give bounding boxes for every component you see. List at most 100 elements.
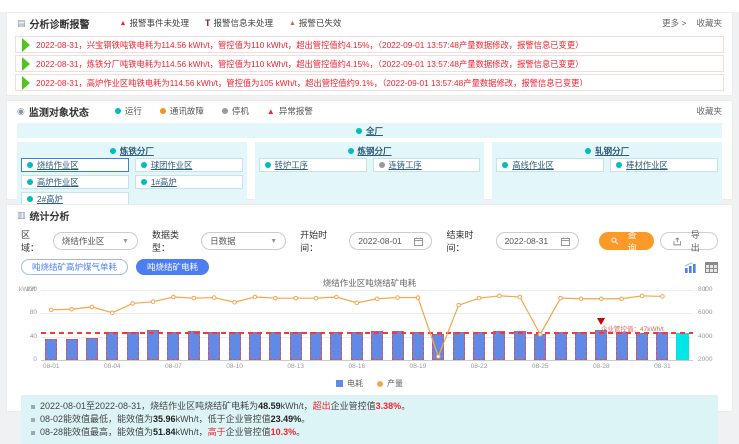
legend-comm_fault: 通讯故障 <box>160 105 204 117</box>
tree-group-label: 炼钢分厂 <box>358 145 392 157</box>
tree-group-label: 轧钢分厂 <box>595 145 629 157</box>
summary-line: 08-02能效值最低，能效值为35.96kWh/t，低于企业管控值23.49%。 <box>31 413 708 426</box>
tree-node[interactable]: 高炉作业区 <box>21 175 129 189</box>
table-view-icon[interactable] <box>705 262 718 273</box>
tree-node[interactable]: 1#高炉 <box>135 175 243 189</box>
metric-tab-0[interactable]: 吨烧结矿高炉煤气单耗 <box>21 259 128 275</box>
metric-tab-1[interactable]: 吨烧结矿电耗 <box>136 259 209 275</box>
tree-node[interactable]: 球团作业区 <box>135 158 243 172</box>
alarm-tab-2[interactable]: ▲报警已失效 <box>289 17 341 29</box>
alert-list: 2022-08-31，兴宝钢铁吨铁电耗为114.56 kWh/t，管控值为110… <box>7 33 732 92</box>
x-axis-tick: 08-07 <box>158 363 188 370</box>
datatype-select[interactable]: 日数据▼ <box>201 232 286 250</box>
tree-group-header[interactable]: 炼铁分厂 <box>21 144 243 158</box>
tree-group-items: 高线作业区 棒材作业区 <box>496 158 718 172</box>
summary-segment: 35.96 <box>153 413 176 426</box>
query-button[interactable]: 查 询 <box>599 232 654 250</box>
legend-running: 运行 <box>115 105 142 117</box>
alarm-tabs: ▲报警事件未处理T报警信息未处理▲报警已失效 <box>120 17 342 29</box>
end-date-input[interactable]: 2022-08-31 <box>496 232 579 250</box>
x-axis-tick: 08-31 <box>647 363 677 370</box>
metric-tabs: 吨烧结矿高炉煤气单耗吨烧结矿电耗 <box>21 259 209 275</box>
summary-segment: 08-28能效值最高，能效值为 <box>40 426 153 439</box>
alarm-tab-label: 报警信息未处理 <box>213 17 273 29</box>
end-date-label: 结束时间： <box>446 228 489 254</box>
legend-label: 通讯故障 <box>170 105 204 117</box>
tree-group-2: 轧钢分厂高线作业区 棒材作业区 <box>492 142 722 210</box>
alarm-triangle-icon: ▲ <box>267 107 275 116</box>
left-axis-tick: 40 <box>15 333 37 340</box>
summary-segment: 。 <box>401 400 410 413</box>
tree-group-1: 炼钢分厂转炉工序 连铸工序 <box>255 142 485 210</box>
summary-segment: 48.59 <box>258 400 281 413</box>
alert-row[interactable]: 2022-08-31，兴宝钢铁吨铁电耗为114.56 kWh/t，管控值为110… <box>15 36 724 53</box>
favorite-link-2[interactable]: 收藏夹 <box>696 105 722 117</box>
tree-node[interactable]: 转炉工序 <box>259 158 367 172</box>
tree-group-header[interactable]: 炼钢分厂 <box>259 144 481 158</box>
summary-box: 2022-08-01至2022-08-31，烧结作业区吨烧结矿电耗为48.59k… <box>21 395 718 444</box>
line-legend-swatch <box>377 381 383 387</box>
tree-group-header[interactable]: 轧钢分厂 <box>496 144 718 158</box>
favorite-link[interactable]: 收藏夹 <box>696 17 722 29</box>
tree-node-label: 棒材作业区 <box>626 159 668 171</box>
alert-row[interactable]: 2022-08-31，高炉作业区吨铁电耗为114.56 kWh/t，管控值为10… <box>15 74 724 91</box>
status-dot <box>141 179 147 185</box>
target-icon: ◉ <box>17 106 25 117</box>
max-value-marker-icon <box>597 318 605 325</box>
region-select[interactable]: 烧结作业区▼ <box>53 232 138 250</box>
tree-node[interactable]: 连铸工序 <box>373 158 481 172</box>
status-dot <box>115 108 121 114</box>
summary-segment: 3.38% <box>376 400 402 413</box>
summary-segment: 。 <box>296 426 305 439</box>
start-date-input[interactable]: 2022-08-01 <box>349 232 432 250</box>
alarm-tab-label: 报警事件未处理 <box>129 17 189 29</box>
tree-node[interactable]: 高线作业区 <box>496 158 604 172</box>
production-line-series <box>41 287 693 363</box>
summary-segment: 企业管控值 <box>226 426 271 439</box>
summary-segment: 。 <box>301 413 310 426</box>
calendar-icon <box>414 237 423 246</box>
right-axis-tick: 6000 <box>698 309 712 316</box>
alarm-panel-title: 分析诊断报警 <box>30 16 90 31</box>
summary-segment: kWh/t， <box>281 400 313 413</box>
green-flag-icon <box>22 76 30 90</box>
legend-label: 停机 <box>232 105 249 117</box>
metric-tab-row: 吨烧结矿高炉煤气单耗吨烧结矿电耗 <box>7 254 732 275</box>
alarm-tab-1[interactable]: T报警信息未处理 <box>205 17 273 29</box>
summary-segment: 08-02能效值最低，能效值为 <box>40 413 153 426</box>
status-panel-header: ◉ 监测对象状态 运行通讯故障停机▲异常报警 收藏夹 <box>7 101 732 121</box>
chart-view-icon[interactable] <box>684 262 697 273</box>
legend-item-line[interactable]: 产量 <box>377 378 403 389</box>
tree-node-root[interactable]: 全厂 <box>17 123 722 138</box>
export-button[interactable]: 导 出 <box>660 232 718 250</box>
tree-node-label: 烧结作业区 <box>37 159 79 171</box>
tree-groups: 炼铁分厂烧结作业区球团作业区高炉作业区1#高炉2#高炉炼钢分厂转炉工序连铸工序轧… <box>17 142 722 210</box>
status-dot <box>585 148 591 154</box>
alert-row[interactable]: 2022-08-31，炼铁分厂吨铁电耗为114.56 kWh/t，管控值为110… <box>15 55 724 72</box>
status-dot <box>27 196 33 202</box>
tree-group-label: 炼铁分厂 <box>120 145 154 157</box>
tree-node[interactable]: 烧结作业区 <box>21 158 129 172</box>
legend-label: 运行 <box>125 105 142 117</box>
legend-item-bar[interactable]: 电耗 <box>336 378 363 389</box>
bullet-icon <box>31 405 35 409</box>
tree-node-label: 连铸工序 <box>389 159 422 171</box>
alarm-expired-icon: ▲ <box>289 20 296 27</box>
tree-group-items: 转炉工序 连铸工序 <box>259 158 481 172</box>
alarm-triangle-icon: ▲ <box>120 20 127 27</box>
alarm-tab-0[interactable]: ▲报警事件未处理 <box>120 17 189 29</box>
green-flag-icon <box>22 38 30 52</box>
right-axis-tick: 4000 <box>698 333 712 340</box>
more-link[interactable]: 更多 > <box>662 17 686 29</box>
status-dot <box>265 162 271 168</box>
energy-chart: 烧结作业区吨烧结矿电耗kWh/tt02000404000806000120800… <box>15 277 724 391</box>
legend-label: 异常报警 <box>279 105 313 117</box>
x-axis-tick: 08-16 <box>342 363 372 370</box>
tree-node[interactable]: 棒材作业区 <box>610 158 718 172</box>
status-dot <box>356 128 362 134</box>
alarm-text-icon: T <box>205 18 211 28</box>
top-strip <box>0 0 739 12</box>
tree-node-label: 1#高炉 <box>151 176 177 188</box>
tree-node-label: 球团作业区 <box>151 159 193 171</box>
left-axis-tick: 120 <box>15 286 37 293</box>
